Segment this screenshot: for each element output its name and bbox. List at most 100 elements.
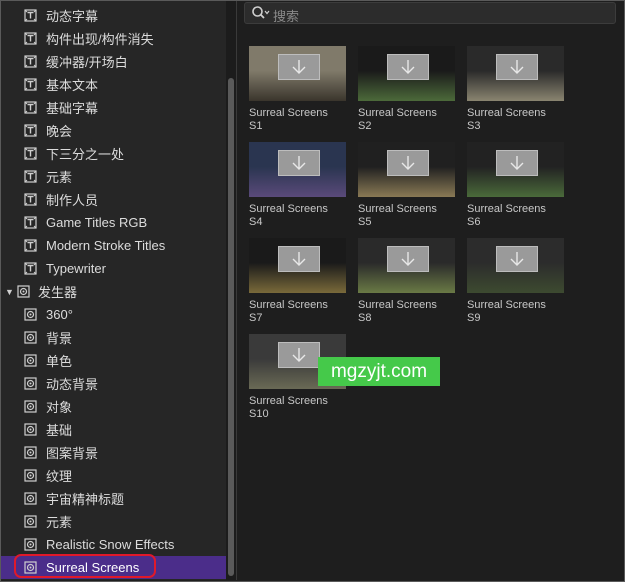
sidebar-item[interactable]: 构件出现/构件消失 xyxy=(1,27,226,50)
sidebar-item[interactable]: 360° xyxy=(1,303,226,326)
placeholder-screen xyxy=(278,150,320,176)
sidebar-item-label: 制作人员 xyxy=(46,193,99,208)
pane-divider[interactable] xyxy=(236,1,237,580)
tile-name: Surreal Screens S3 xyxy=(467,107,546,132)
sidebar-item[interactable]: 下三分之一处 xyxy=(1,142,226,165)
generator-tile[interactable]: Surreal Screens S9 xyxy=(467,238,565,330)
sidebar-item-label: 基础 xyxy=(46,423,73,438)
sidebar-item[interactable]: 制作人员 xyxy=(1,188,226,211)
sidebar-item-label: Modern Stroke Titles xyxy=(46,238,166,253)
placeholder-screen xyxy=(278,342,320,368)
sidebar-item[interactable]: 宇宙精神标题 xyxy=(1,487,226,510)
generator-tile[interactable]: Surreal Screens S3 xyxy=(467,46,565,138)
sidebar-item-label: 图案背景 xyxy=(46,446,99,461)
title-icon xyxy=(23,54,38,69)
tile-name: Surreal Screens S4 xyxy=(249,203,328,228)
title-icon xyxy=(23,261,38,276)
generator-icon xyxy=(23,514,38,529)
sidebar-item-label: 缓冲器/开场白 xyxy=(46,55,128,70)
sidebar-item[interactable]: 动态背景 xyxy=(1,372,226,395)
search-icon[interactable] xyxy=(251,5,271,21)
sidebar-item-label: 元素 xyxy=(46,515,73,530)
sidebar-item-label: 晚会 xyxy=(46,124,73,139)
placeholder-screen xyxy=(496,54,538,80)
title-icon xyxy=(23,192,38,207)
generator-tile[interactable]: Surreal Screens S8 xyxy=(358,238,456,330)
sidebar-item[interactable]: ▼ 发生器 xyxy=(1,280,226,303)
sidebar: 动态字幕 构件出现/构件消失 缓冲器/开场白 基本文本 基础字幕 晚会 下三分之一处 元素 制作… xyxy=(1,1,226,580)
generator-icon xyxy=(23,353,38,368)
sidebar-item-label: Surreal Screens xyxy=(46,560,140,575)
sidebar-item[interactable]: Realistic Snow Effects xyxy=(1,533,226,556)
sidebar-item[interactable]: 元素 xyxy=(1,165,226,188)
generator-icon xyxy=(23,468,38,483)
download-arrow-icon xyxy=(292,60,306,74)
tile-name: Surreal Screens S7 xyxy=(249,299,328,324)
tile-thumbnail[interactable] xyxy=(249,46,346,101)
sidebar-item-label: 基础字幕 xyxy=(46,101,99,116)
tile-name: Surreal Screens S8 xyxy=(358,299,437,324)
generator-tile[interactable]: Surreal Screens S7 xyxy=(249,238,347,330)
sidebar-item[interactable]: 单色 xyxy=(1,349,226,372)
watermark: mgzyjt.com xyxy=(318,357,440,386)
download-arrow-icon xyxy=(510,60,524,74)
tile-thumbnail[interactable] xyxy=(358,46,455,101)
placeholder-screen xyxy=(496,150,538,176)
sidebar-item[interactable]: Modern Stroke Titles xyxy=(1,234,226,257)
tile-thumbnail[interactable] xyxy=(249,238,346,293)
sidebar-item-label: Realistic Snow Effects xyxy=(46,537,175,552)
sidebar-item-label: 背景 xyxy=(46,331,73,346)
search-field[interactable]: 搜索 xyxy=(244,2,616,24)
sidebar-item-label: 发生器 xyxy=(38,285,78,300)
tile-thumbnail[interactable] xyxy=(358,142,455,197)
generator-icon xyxy=(23,491,38,506)
sidebar-item[interactable]: 基本文本 xyxy=(1,73,226,96)
sidebar-scrollbar-thumb[interactable] xyxy=(228,78,234,576)
sidebar-item[interactable]: Typewriter xyxy=(1,257,226,280)
generator-tile[interactable]: Surreal Screens S1 xyxy=(249,46,347,138)
sidebar-item[interactable]: 对象 xyxy=(1,395,226,418)
generator-tile[interactable]: Surreal Screens S4 xyxy=(249,142,347,234)
title-icon xyxy=(23,215,38,230)
sidebar-item[interactable]: 元素 xyxy=(1,510,226,533)
generator-tile[interactable]: Surreal Screens S2 xyxy=(358,46,456,138)
download-arrow-icon xyxy=(510,156,524,170)
sidebar-item[interactable]: 晚会 xyxy=(1,119,226,142)
sidebar-item[interactable]: 缓冲器/开场白 xyxy=(1,50,226,73)
sidebar-item[interactable]: Game Titles RGB xyxy=(1,211,226,234)
sidebar-item-label: Typewriter xyxy=(46,261,106,276)
download-arrow-icon xyxy=(292,252,306,266)
sidebar-item-label: 构件出现/构件消失 xyxy=(46,32,154,47)
sidebar-item-label: 元素 xyxy=(46,170,73,185)
tile-thumbnail[interactable] xyxy=(249,142,346,197)
sidebar-item-selected[interactable]: Surreal Screens xyxy=(1,556,226,579)
sidebar-item-label: 动态字幕 xyxy=(46,9,99,24)
tile-thumbnail[interactable] xyxy=(467,142,564,197)
placeholder-screen xyxy=(387,246,429,272)
tile-name: Surreal Screens S2 xyxy=(358,107,437,132)
placeholder-screen xyxy=(278,246,320,272)
generator-tile[interactable]: Surreal Screens S5 xyxy=(358,142,456,234)
tile-thumbnail[interactable] xyxy=(467,238,564,293)
sidebar-item[interactable]: 动态字幕 xyxy=(1,4,226,27)
generator-icon xyxy=(23,330,38,345)
download-arrow-icon xyxy=(292,348,306,362)
title-icon xyxy=(23,31,38,46)
sidebar-item[interactable]: 纹理 xyxy=(1,464,226,487)
download-arrow-icon xyxy=(401,60,415,74)
sidebar-item[interactable]: 基础 xyxy=(1,418,226,441)
sidebar-item-label: 单色 xyxy=(46,354,73,369)
tile-thumbnail[interactable] xyxy=(467,46,564,101)
sidebar-item[interactable]: 背景 xyxy=(1,326,226,349)
tile-thumbnail[interactable] xyxy=(358,238,455,293)
sidebar-item[interactable]: 基础字幕 xyxy=(1,96,226,119)
sidebar-item[interactable]: 图案背景 xyxy=(1,441,226,464)
title-icon xyxy=(23,169,38,184)
generator-tile[interactable]: Surreal Screens S6 xyxy=(467,142,565,234)
generator-icon xyxy=(23,376,38,391)
sidebar-item-label: 纹理 xyxy=(46,469,73,484)
generator-icon xyxy=(23,422,38,437)
sidebar-item-label: 对象 xyxy=(46,400,73,415)
generator-icon xyxy=(23,560,38,575)
disclosure-triangle-icon[interactable]: ▼ xyxy=(5,287,14,297)
